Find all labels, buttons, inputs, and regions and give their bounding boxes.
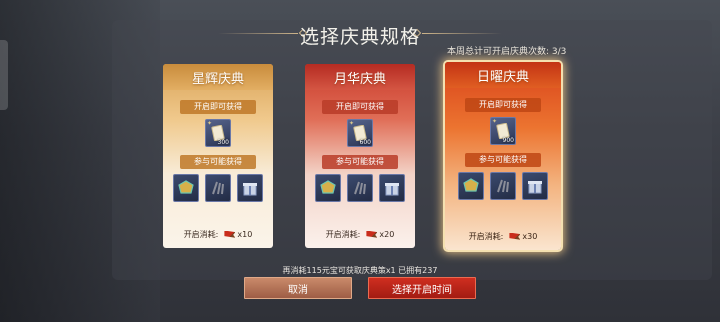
card-title: 月华庆典 bbox=[333, 71, 386, 87]
cost-row: 开启消耗: x20 bbox=[305, 229, 415, 240]
select-open-time-button[interactable]: 选择开启时间 bbox=[368, 277, 476, 299]
reward-item[interactable] bbox=[490, 172, 516, 200]
join-reward-label: 参与可能获得 bbox=[180, 155, 256, 169]
card-header: 月华庆典 bbox=[305, 64, 415, 90]
card-riyao[interactable]: 日曜庆典 开启即可获得 ✦ 900 参与可能获得 开启消耗: x30 bbox=[445, 62, 561, 250]
dialog-title-wrap: 选择庆典规格 bbox=[0, 22, 720, 49]
star-icon: ✦ bbox=[349, 120, 355, 127]
reward-item[interactable] bbox=[347, 174, 373, 202]
dark-claw-icon bbox=[212, 181, 224, 195]
card-header: 星辉庆典 bbox=[163, 64, 273, 90]
gift-box-icon bbox=[385, 183, 399, 196]
open-reward-row: ✦ 300 bbox=[163, 119, 273, 147]
cost-label: 开启消耗: bbox=[183, 230, 219, 239]
cost-label: 开启消耗: bbox=[468, 232, 504, 241]
dialog-title: 选择庆典规格 bbox=[299, 26, 420, 48]
item-qty: 900 bbox=[502, 137, 514, 144]
star-icon: ✦ bbox=[492, 118, 498, 125]
card-yuehua[interactable]: 月华庆典 开启即可获得 ✦ 600 参与可能获得 开启消耗: x20 bbox=[305, 64, 415, 248]
reward-item[interactable] bbox=[458, 172, 484, 200]
gold-frame-icon bbox=[320, 180, 336, 194]
cost-row: 开启消耗: x10 bbox=[163, 229, 273, 240]
cost-value: x10 bbox=[237, 230, 253, 239]
gift-box-icon bbox=[528, 181, 542, 194]
reward-item[interactable]: ✦ 900 bbox=[490, 117, 516, 145]
flag-icon bbox=[509, 232, 521, 240]
gold-frame-icon bbox=[463, 178, 479, 192]
join-reward-label: 参与可能获得 bbox=[465, 153, 541, 167]
item-qty: 300 bbox=[217, 139, 229, 146]
card-xinghui[interactable]: 星辉庆典 开启即可获得 ✦ 300 参与可能获得 开启消耗: x10 bbox=[163, 64, 273, 248]
gold-frame-icon bbox=[178, 180, 194, 194]
reward-item[interactable] bbox=[379, 174, 405, 202]
weekly-count: 本周总计可开启庆典次数: 3/3 bbox=[447, 47, 567, 57]
side-tab bbox=[0, 40, 8, 110]
cost-value: x30 bbox=[522, 232, 538, 241]
join-reward-row bbox=[163, 174, 273, 202]
open-reward-row: ✦ 600 bbox=[305, 119, 415, 147]
cost-value: x20 bbox=[379, 230, 395, 239]
open-reward-label: 开启即可获得 bbox=[465, 98, 541, 112]
flag-icon bbox=[224, 230, 236, 238]
dark-claw-icon bbox=[354, 181, 366, 195]
purchase-notice: 再消耗115元宝可获取庆典策x1 已拥有237 bbox=[282, 266, 438, 275]
dark-claw-icon bbox=[497, 179, 509, 193]
cost-row: 开启消耗: x30 bbox=[445, 231, 561, 242]
star-icon: ✦ bbox=[207, 120, 213, 127]
cancel-button[interactable]: 取消 bbox=[244, 277, 352, 299]
card-title: 日曜庆典 bbox=[476, 69, 529, 85]
item-qty: 600 bbox=[359, 139, 371, 146]
reward-item[interactable]: ✦ 300 bbox=[205, 119, 231, 147]
reward-item[interactable] bbox=[522, 172, 548, 200]
flag-icon bbox=[366, 230, 378, 238]
cost-label: 开启消耗: bbox=[325, 230, 361, 239]
reward-item[interactable] bbox=[173, 174, 199, 202]
reward-item[interactable] bbox=[237, 174, 263, 202]
open-reward-row: ✦ 900 bbox=[445, 117, 561, 145]
reward-item[interactable] bbox=[205, 174, 231, 202]
reward-item[interactable]: ✦ 600 bbox=[347, 119, 373, 147]
card-header: 日曜庆典 bbox=[445, 62, 561, 88]
gift-box-icon bbox=[243, 183, 257, 196]
reward-item[interactable] bbox=[315, 174, 341, 202]
join-reward-row bbox=[445, 172, 561, 200]
card-title: 星辉庆典 bbox=[191, 71, 244, 87]
join-reward-label: 参与可能获得 bbox=[322, 155, 398, 169]
open-reward-label: 开启即可获得 bbox=[180, 100, 256, 114]
join-reward-row bbox=[305, 174, 415, 202]
open-reward-label: 开启即可获得 bbox=[322, 100, 398, 114]
